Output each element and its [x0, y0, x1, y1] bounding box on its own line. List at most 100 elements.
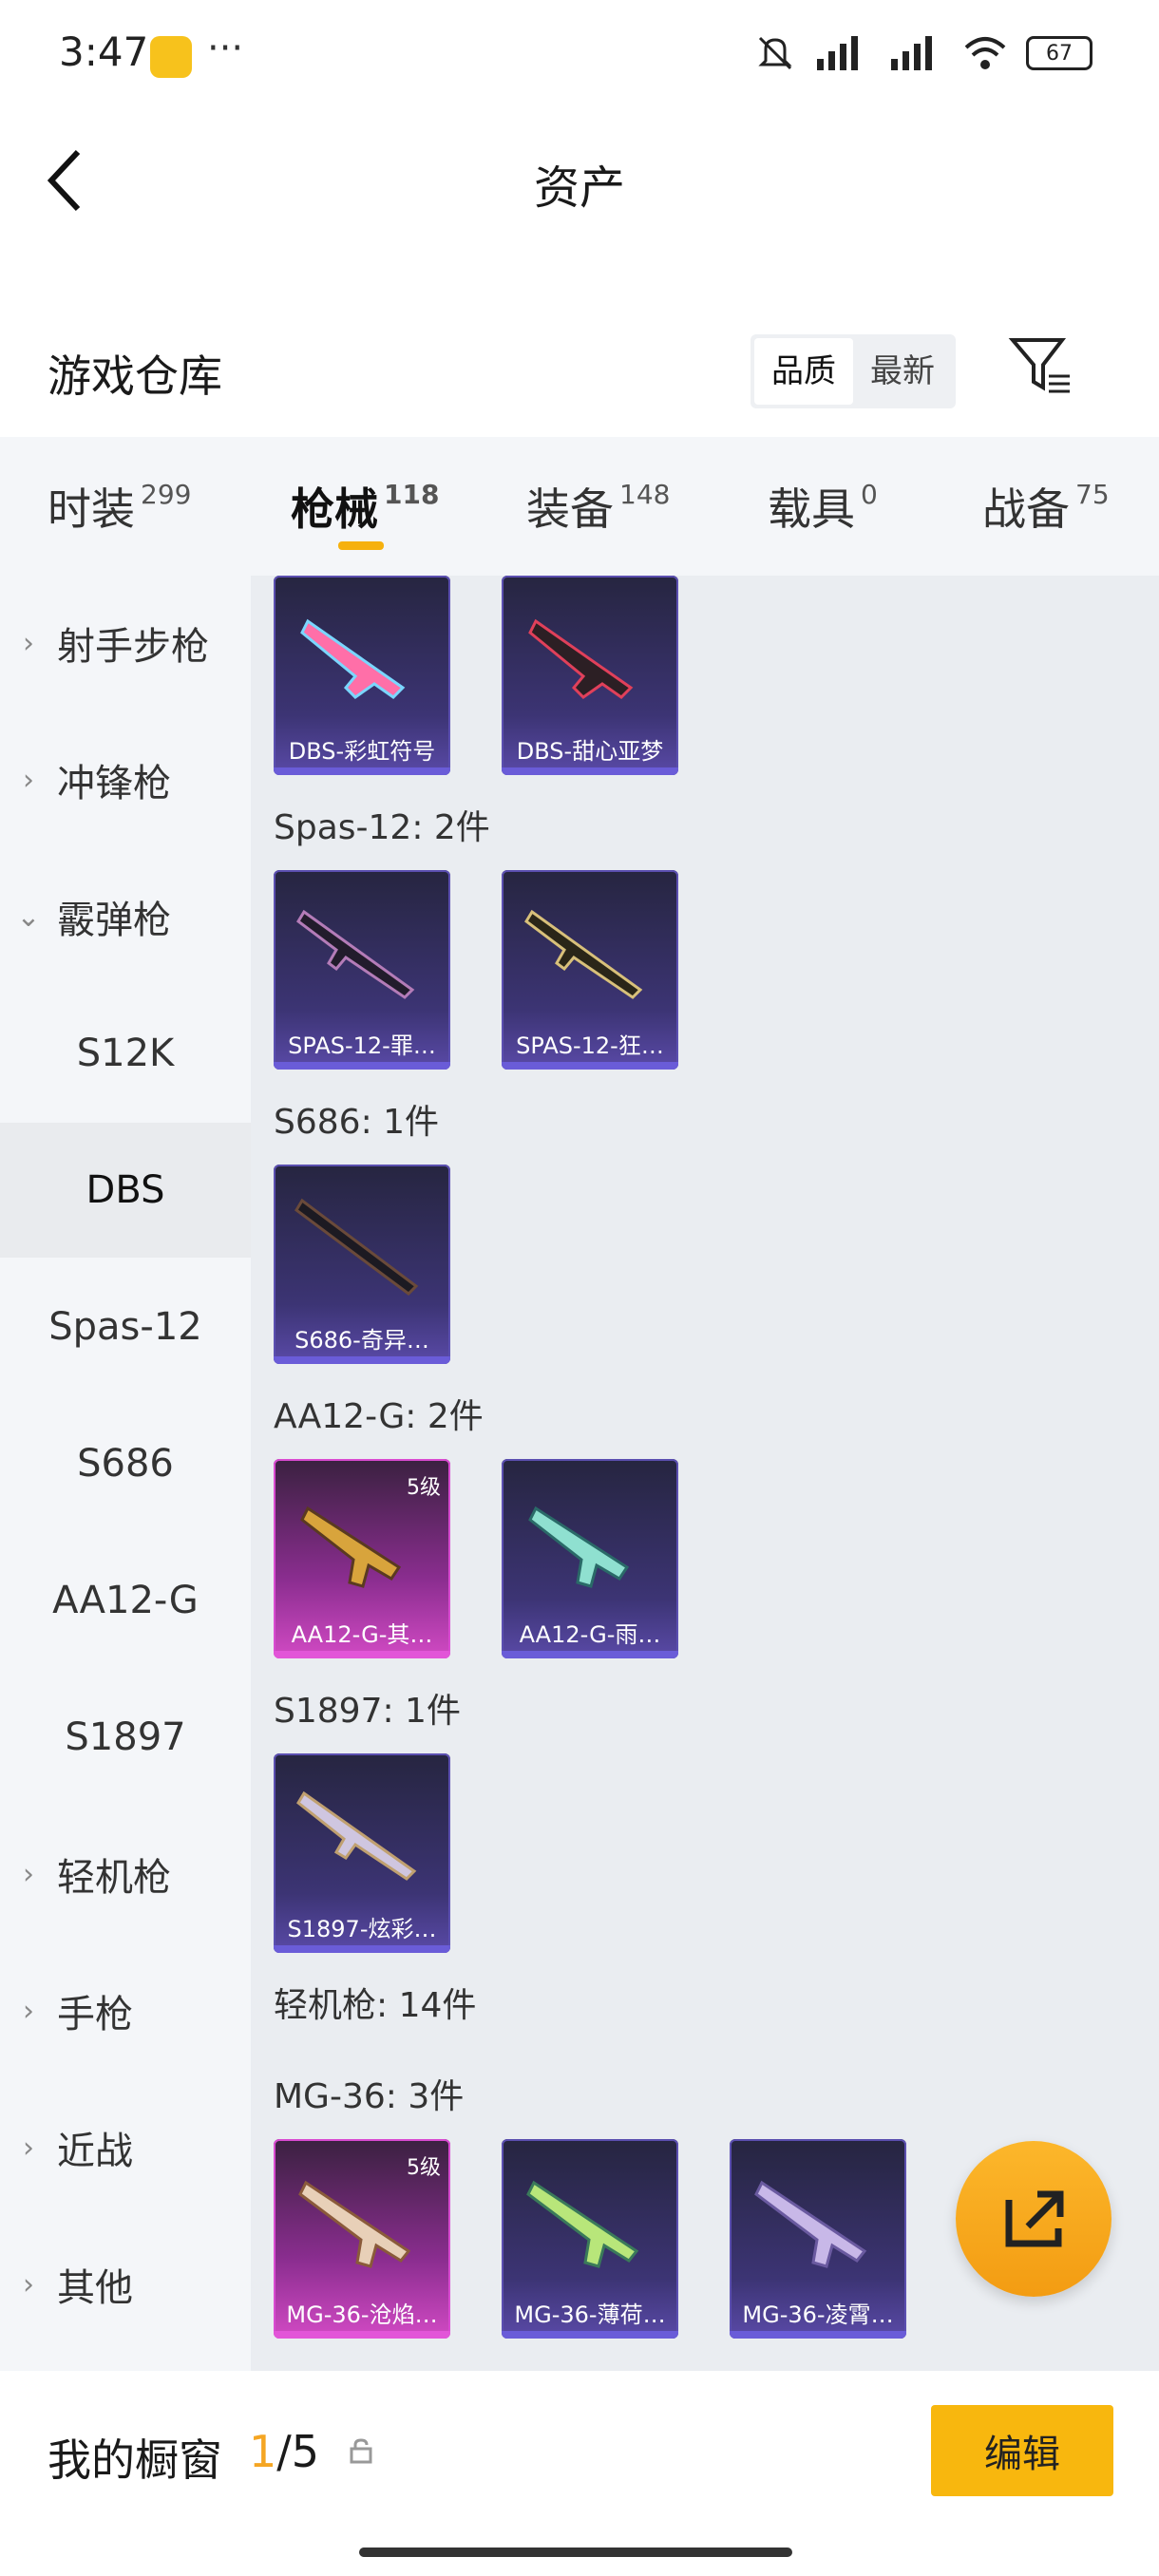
sidebar-item-label: 手枪 [57, 1993, 133, 2036]
group-title: 轻机枪: 14件 [274, 1986, 477, 2025]
warehouse-title: 游戏仓库 [48, 350, 222, 402]
page-title: 资产 [533, 161, 625, 215]
tab-firearms[interactable]: 枪械 118 [291, 475, 439, 538]
battery-icon: 67 [1026, 36, 1092, 70]
sidebar-item-label: S686 [77, 1442, 174, 1486]
item-card[interactable]: DBS-甜心亚梦 [502, 576, 678, 775]
item-level-badge: 5级 [407, 1476, 441, 1500]
tab-label: 枪械 [291, 483, 378, 535]
sidebar-item-lmg[interactable]: › 轻机枪 [0, 1807, 251, 1941]
sidebar-item-label: 轻机枪 [57, 1856, 171, 1900]
item-name: SPAS-12-狂… [516, 1032, 664, 1059]
sidebar-item-pistol[interactable]: › 手枪 [0, 1943, 251, 2078]
sidebar-item-s686[interactable]: S686 [0, 1396, 251, 1531]
active-tab-indicator [338, 541, 384, 550]
card-rarity-bar [502, 767, 678, 775]
card-rarity-bar [274, 1945, 450, 1953]
chevron-right-icon: › [23, 1857, 34, 1891]
sidebar-item-melee[interactable]: › 近战 [0, 2080, 251, 2215]
tab-label: 装备 [526, 483, 614, 535]
sidebar-item-other[interactable]: › 其他 [0, 2217, 251, 2352]
sidebar-item-label: DBS [86, 1168, 165, 1212]
card-rarity-bar [274, 2331, 450, 2339]
group-title: S686: 1件 [274, 1103, 440, 1142]
item-card[interactable]: AA12-G-雨… [502, 1459, 678, 1658]
sidebar-item-marksman-rifle[interactable]: › 射手步枪 [0, 576, 251, 710]
more-notifications-icon: ··· [207, 27, 244, 70]
wifi-icon [964, 37, 1006, 69]
tab-supplies[interactable]: 战备 75 [982, 475, 1110, 538]
mute-icon [758, 36, 792, 70]
sidebar-item-smg[interactable]: › 冲锋枪 [0, 712, 251, 847]
sidebar-item-label: 冲锋枪 [57, 762, 171, 805]
category-tabs: 时装 299 枪械 118 装备 148 载具 0 战备 75 [0, 437, 1159, 576]
tab-label: 载具 [768, 483, 855, 535]
sidebar-item-aa12g[interactable]: AA12-G [0, 1533, 251, 1668]
item-card[interactable]: MG-36-凌霄… [730, 2139, 906, 2339]
sidebar-item-s12k[interactable]: S12K [0, 986, 251, 1121]
item-name: MG-36-薄荷… [514, 2301, 666, 2328]
sidebar-item-label: 其他 [57, 2266, 133, 2310]
item-name: DBS-甜心亚梦 [516, 738, 664, 765]
item-name: MG-36-沧焰… [286, 2301, 438, 2328]
tab-vehicles[interactable]: 载具 0 [768, 475, 878, 538]
tab-count: 0 [861, 479, 878, 510]
sort-option-quality[interactable]: 品质 [754, 338, 853, 405]
showcase-label: 我的橱窗 [48, 2434, 222, 2486]
item-name: MG-36-凌霄… [742, 2301, 894, 2328]
status-icons: 67 [754, 32, 1092, 74]
chevron-right-icon: › [23, 626, 34, 660]
sidebar-item-s1897[interactable]: S1897 [0, 1670, 251, 1805]
sidebar-item-shotgun[interactable]: ⌄ 霰弹枪 [0, 849, 251, 984]
status-time: 3:47 [59, 28, 149, 75]
sort-option-newest[interactable]: 最新 [853, 338, 952, 405]
card-rarity-bar [274, 1651, 450, 1658]
share-icon [1005, 2190, 1064, 2247]
home-indicator[interactable] [359, 2548, 792, 2557]
edit-button[interactable]: 编辑 [931, 2405, 1113, 2496]
card-rarity-bar [502, 1651, 678, 1658]
gun-icon [526, 2180, 639, 2268]
group-title: AA12-G: 2件 [274, 1397, 484, 1436]
item-name: DBS-彩虹符号 [288, 738, 436, 765]
item-card[interactable]: S686-奇异… [274, 1165, 450, 1364]
signal-icon [891, 36, 932, 70]
item-card[interactable]: S1897-炫彩… [274, 1753, 450, 1953]
sort-toggle: 品质 最新 [750, 334, 956, 408]
sidebar-item-spas12[interactable]: Spas-12 [0, 1260, 251, 1394]
chevron-right-icon: › [23, 763, 34, 797]
sidebar-item-label: Spas-12 [48, 1305, 202, 1349]
card-rarity-bar [502, 2331, 678, 2339]
sidebar-item-label: S12K [76, 1032, 175, 1075]
signal-icon [817, 36, 858, 70]
item-level-badge: 5级 [407, 2156, 441, 2180]
chevron-down-icon: ⌄ [16, 900, 41, 934]
item-card[interactable]: 5级 MG-36-沧焰… [274, 2139, 450, 2339]
filter-icon[interactable] [1007, 332, 1074, 399]
gun-icon [300, 618, 406, 699]
sidebar: › 射手步枪 › 冲锋枪 ⌄ 霰弹枪 S12K DBS Spas-12 S686 AA… [0, 576, 251, 2371]
group-title: MG-36: 3件 [274, 2077, 465, 2116]
tab-label: 时装 [48, 483, 135, 535]
item-name: SPAS-12-罪… [288, 1032, 436, 1059]
item-card[interactable]: SPAS-12-罪… [274, 870, 450, 1070]
share-fab-button[interactable] [956, 2141, 1112, 2297]
tab-count: 148 [619, 479, 671, 510]
gun-icon [754, 2180, 867, 2268]
app-notification-icon [150, 36, 192, 78]
card-rarity-bar [502, 1062, 678, 1070]
item-name: S1897-炫彩… [287, 1916, 437, 1942]
sidebar-item-label: S1897 [65, 1715, 186, 1759]
sidebar-item-label: 近战 [57, 2130, 133, 2173]
item-card[interactable]: MG-36-薄荷… [502, 2139, 678, 2339]
item-card[interactable]: DBS-彩虹符号 [274, 576, 450, 775]
tab-fashion[interactable]: 时装 299 [48, 475, 191, 538]
sidebar-item-label: AA12-G [52, 1579, 199, 1622]
card-rarity-bar [730, 2331, 906, 2339]
sidebar-item-dbs[interactable]: DBS [0, 1123, 251, 1258]
item-card[interactable]: 5级 AA12-G-其… [274, 1459, 450, 1658]
tab-equipment[interactable]: 装备 148 [526, 475, 670, 538]
lock-icon [350, 2438, 372, 2464]
sidebar-item-label: 霰弹枪 [57, 899, 171, 942]
item-card[interactable]: SPAS-12-狂… [502, 870, 678, 1070]
